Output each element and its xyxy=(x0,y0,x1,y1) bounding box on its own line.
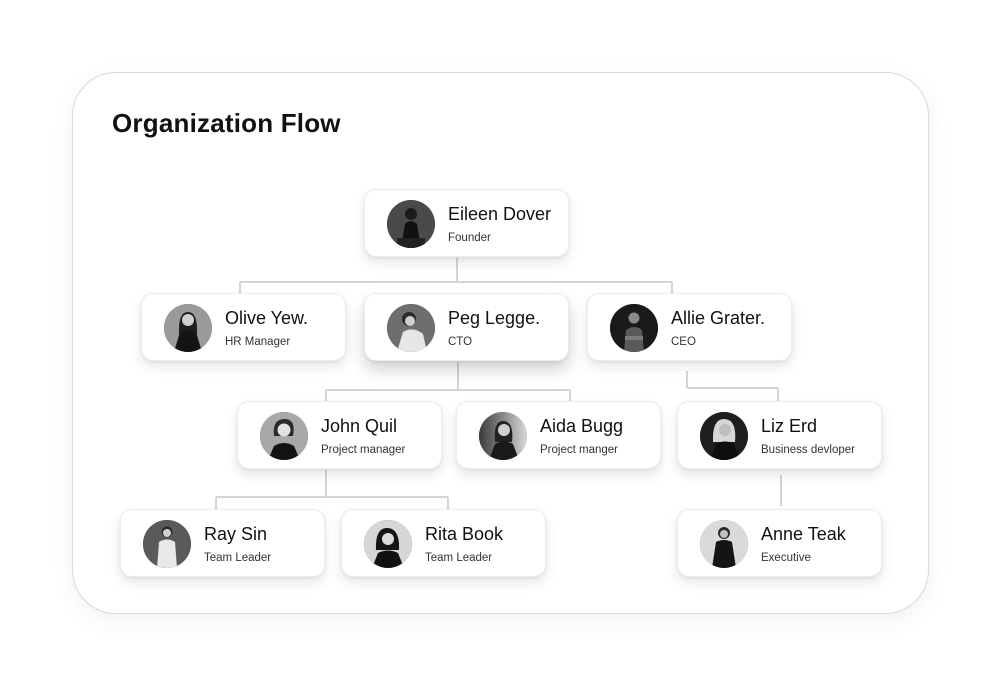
person-name: Rita Book xyxy=(425,524,504,544)
person-name: Liz Erd xyxy=(761,416,818,436)
avatar xyxy=(387,304,435,352)
person-name: Eileen Dover xyxy=(448,204,552,224)
person-name: Peg Legge. xyxy=(448,308,541,328)
avatar xyxy=(260,412,308,460)
person-name: Anne Teak xyxy=(761,524,846,544)
person-name: John Quil xyxy=(321,416,398,436)
person-card-allie[interactable]: Allie Grater. CEO xyxy=(587,293,792,361)
person-name: Olive Yew. xyxy=(225,308,309,328)
avatar xyxy=(364,520,412,568)
person-card-anne[interactable]: Anne Teak Executive xyxy=(677,509,882,577)
person-card-olive[interactable]: Olive Yew. HR Manager xyxy=(141,293,346,361)
person-card-eileen[interactable]: Eileen Dover Founder xyxy=(364,189,569,257)
avatar xyxy=(387,200,435,248)
person-role: CTO xyxy=(448,336,473,348)
person-card-peg[interactable]: Peg Legge. CTO xyxy=(364,293,569,361)
person-role: Team Leader xyxy=(425,552,493,564)
person-name: Ray Sin xyxy=(204,524,268,544)
avatar xyxy=(700,520,748,568)
person-name: Aida Bugg xyxy=(540,416,624,436)
person-role: Team Leader xyxy=(204,552,272,564)
avatar xyxy=(143,520,191,568)
person-card-john[interactable]: John Quil Project manager xyxy=(237,401,442,469)
person-name: Allie Grater. xyxy=(671,308,766,328)
person-role: CEO xyxy=(671,336,696,348)
avatar xyxy=(164,304,212,352)
page-title: Organization Flow xyxy=(112,108,341,138)
person-role: Executive xyxy=(761,552,811,564)
person-role: Project manger xyxy=(540,444,618,456)
person-role: Project manager xyxy=(321,444,406,456)
avatar xyxy=(479,412,527,460)
person-role: HR Manager xyxy=(225,336,291,348)
avatar xyxy=(610,304,658,352)
person-card-liz[interactable]: Liz Erd Business devloper xyxy=(677,401,882,469)
person-card-rita[interactable]: Rita Book Team Leader xyxy=(341,509,546,577)
person-role: Founder xyxy=(448,232,491,244)
person-role: Business devloper xyxy=(761,444,855,456)
person-card-aida[interactable]: Aida Bugg Project manger xyxy=(456,401,661,469)
avatar xyxy=(700,412,748,460)
person-card-ray[interactable]: Ray Sin Team Leader xyxy=(120,509,325,577)
